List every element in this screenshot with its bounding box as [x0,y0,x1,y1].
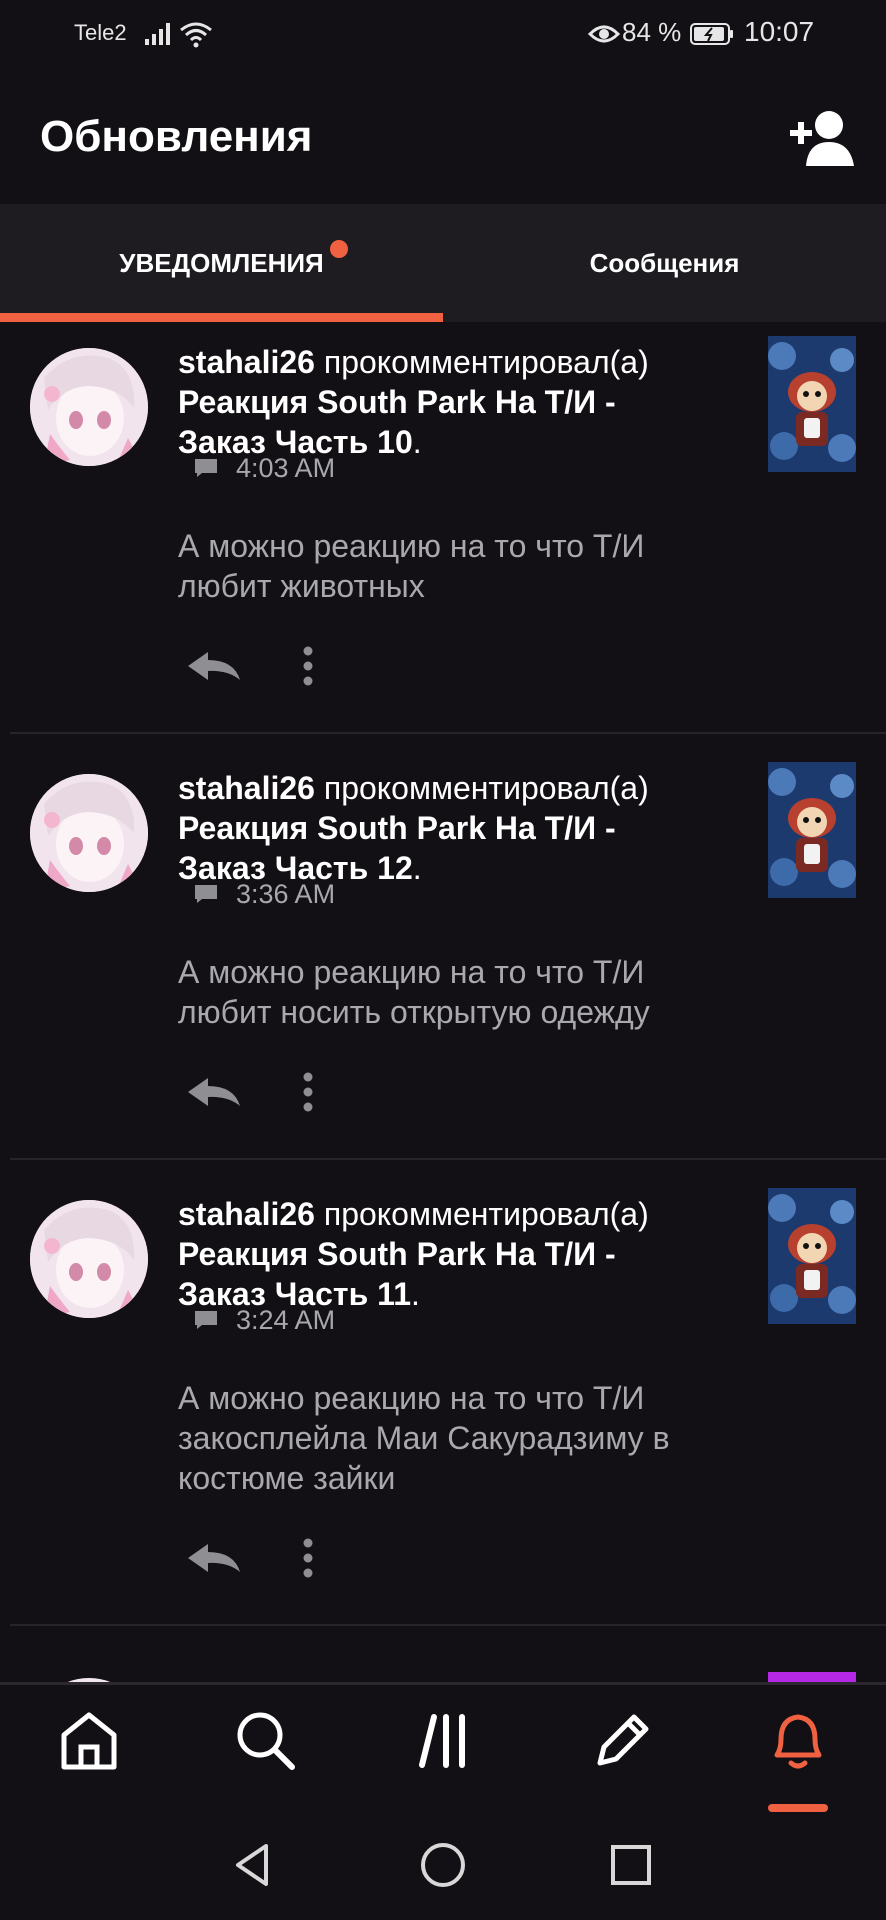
avatar[interactable] [30,774,148,892]
battery-icon [690,23,733,45]
library-icon[interactable] [410,1705,480,1775]
notification-time: 4:03 AM [236,452,336,483]
bell-icon[interactable] [763,1705,833,1775]
status-bar: Tele2 84 % 10:07 [0,0,886,68]
wifi-icon [180,22,212,48]
comment-line: А можно реакцию на то что Т/И [178,1380,645,1416]
comment-text[interactable]: А можно реакцию на то что Т/И любит живо… [178,526,778,606]
comment-icon [195,459,217,477]
tab-label: УВЕДОМЛЕНИЯ [119,247,324,278]
notification-item[interactable]: stahali26 прокомментировал(а) Реакция So… [0,322,886,734]
action-text: прокомментировал(а) [323,770,649,806]
system-navigation [0,1812,886,1920]
story-cover-image [768,1188,856,1324]
notification-meta: 3:36 AM [194,878,335,910]
carrier-name: Tele2 [74,20,127,45]
username[interactable]: stahali26 [178,344,315,380]
notifications-feed[interactable]: stahali26 прокомментировал(а) Реакция So… [0,322,886,1682]
comment-line: А можно реакцию на то что Т/И [178,528,645,564]
comment-line: любит носить открытую одежду [178,994,650,1030]
comment-icon [195,885,217,903]
avatar-image [30,1200,148,1318]
notification-meta: 4:03 AM [194,452,335,484]
signal-icon [145,23,170,45]
tab-label: Сообщения [589,247,740,278]
comment-line: закосплейла Маи Сакурадзиму в [178,1420,670,1456]
comment-line: костюме зайки [178,1460,396,1496]
comment-line: любит животных [178,568,425,604]
divider [10,732,886,734]
notification-meta: 3:24 AM [194,1304,335,1336]
notification-item[interactable] [0,1652,886,1682]
active-tab-indicator [0,313,443,322]
tab-messages[interactable]: Сообщения [443,204,886,322]
story-cover[interactable] [768,1672,856,1682]
story-title[interactable]: Реакция South Park На Т/И - [178,810,616,846]
notification-time: 3:36 AM [236,878,336,909]
story-cover-image [768,336,856,472]
comment-line: А можно реакцию на то что Т/И [178,954,645,990]
more-options-icon[interactable] [296,1070,320,1114]
avatar[interactable] [30,348,148,466]
eye-icon [588,25,620,43]
divider [10,1624,886,1626]
action-text: прокомментировал(а) [323,1196,649,1232]
avatar-image [30,348,148,466]
bottom-navigation [0,1682,886,1804]
page-title: Обновления [40,112,313,161]
comment-text[interactable]: А можно реакцию на то что Т/И любит носи… [178,952,778,1032]
comment-text[interactable]: А можно реакцию на то что Т/И закосплейл… [178,1378,778,1498]
tab-bar: УВЕДОМЛЕНИЯ Сообщения [0,204,886,322]
battery-percent: 84 % [622,17,682,47]
username[interactable]: stahali26 [178,770,315,806]
notification-headline[interactable]: stahali26 прокомментировал(а) Реакция So… [178,1194,738,1314]
back-icon[interactable] [228,1840,278,1890]
active-nav-indicator [768,1804,828,1812]
unread-badge [330,240,348,258]
notification-headline[interactable]: stahali26 прокомментировал(а) Реакция So… [178,768,738,888]
pencil-icon[interactable] [586,1705,656,1775]
story-title[interactable]: Реакция South Park На Т/И - [178,384,616,420]
reply-icon[interactable] [184,1072,244,1112]
clock: 10:07 [744,16,815,47]
tab-notifications[interactable]: УВЕДОМЛЕНИЯ [0,204,443,322]
story-cover[interactable] [768,336,856,472]
action-text: прокомментировал(а) [323,344,649,380]
more-options-icon[interactable] [296,644,320,688]
add-user-icon[interactable] [786,108,856,168]
story-cover-image [768,762,856,898]
avatar[interactable] [30,1200,148,1318]
reply-icon[interactable] [184,646,244,686]
username[interactable]: stahali26 [178,1196,315,1232]
comment-icon [195,1311,217,1329]
search-icon[interactable] [230,1705,300,1775]
app-header: Обновления [0,68,886,204]
story-cover[interactable] [768,1188,856,1324]
avatar-image [30,774,148,892]
recents-icon[interactable] [606,1840,656,1890]
more-options-icon[interactable] [296,1536,320,1580]
divider [10,1158,886,1160]
home-icon[interactable] [54,1705,124,1775]
reply-icon[interactable] [184,1538,244,1578]
story-cover[interactable] [768,762,856,898]
notification-item[interactable]: stahali26 прокомментировал(а) Реакция So… [0,1174,886,1634]
notification-time: 3:24 AM [236,1304,336,1335]
story-title[interactable]: Реакция South Park На Т/И - [178,1236,616,1272]
notification-headline[interactable]: stahali26 прокомментировал(а) Реакция So… [178,342,738,462]
home-circle-icon[interactable] [418,1840,468,1890]
notification-item[interactable]: stahali26 прокомментировал(а) Реакция So… [0,748,886,1160]
